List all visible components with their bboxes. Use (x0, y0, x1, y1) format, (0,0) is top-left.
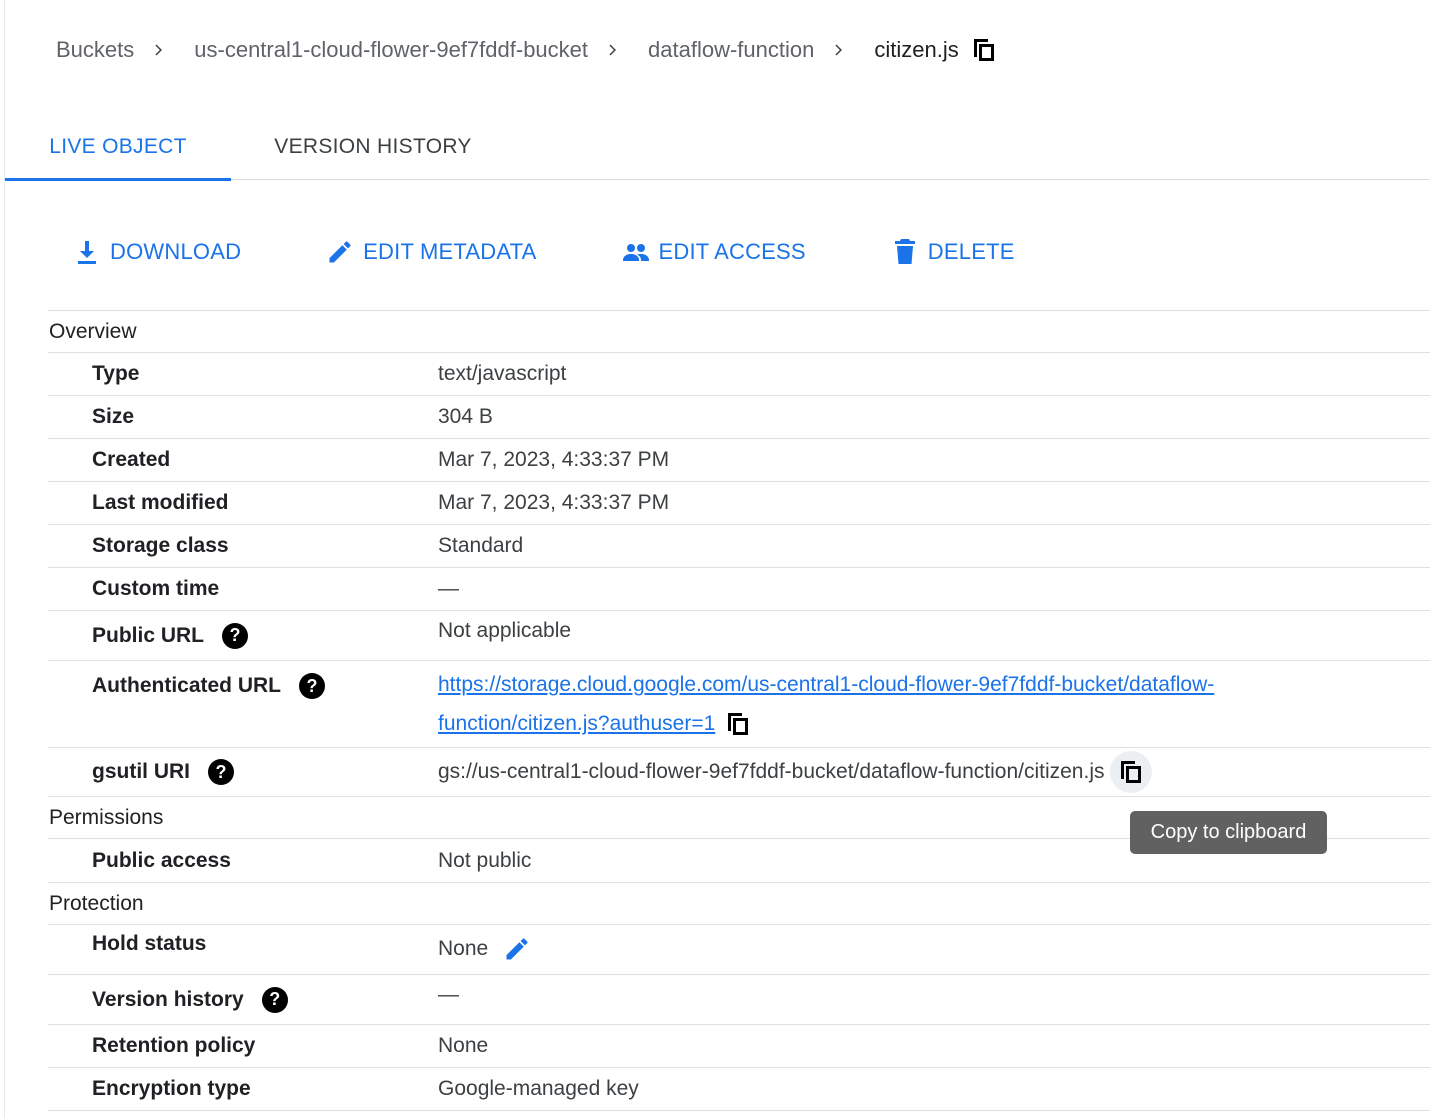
authenticated-url-line2: function/citizen.js?authuser=1 (438, 712, 716, 735)
table-row: Encryption type Google-managed key (48, 1067, 1430, 1110)
pencil-icon (325, 237, 355, 267)
pencil-icon[interactable] (502, 934, 532, 964)
download-icon (72, 237, 102, 267)
table-row: Storage class Standard (48, 524, 1430, 567)
breadcrumb-current: citizen.js (874, 37, 959, 62)
row-key: Authenticated URL (92, 674, 281, 697)
row-key: Storage class (92, 534, 229, 557)
table-row: gsutil URI? gs://us-central1-cloud-flowe… (48, 747, 1430, 796)
protection-heading: Protection (48, 882, 1430, 924)
hold-status-value: None (438, 937, 489, 960)
row-key: Public URL (92, 623, 205, 647)
table-row: Last modified Mar 7, 2023, 4:33:37 PM (48, 481, 1430, 524)
edit-access-button[interactable]: EDIT ACCESS (597, 237, 806, 267)
delete-button[interactable]: DELETE (866, 237, 1015, 267)
table-row: Hold status None (48, 924, 1430, 974)
row-key: Retention policy (92, 1034, 256, 1057)
breadcrumb-buckets[interactable]: Buckets (56, 37, 134, 63)
download-label: DOWNLOAD (110, 239, 242, 264)
row-value: text/javascript (438, 362, 567, 385)
delete-label: DELETE (927, 239, 1015, 264)
row-key: Hold status (92, 932, 207, 955)
copy-icon[interactable] (723, 709, 753, 739)
row-key: Size (92, 405, 135, 428)
object-details-table: Overview Type text/javascript Size 304 B… (48, 310, 1430, 1111)
table-row: Public URL? Not applicable (48, 610, 1430, 660)
copy-tooltip: Copy to clipboard (1130, 811, 1327, 854)
row-value: 304 B (438, 405, 493, 428)
row-value: — (438, 577, 459, 600)
row-value: Mar 7, 2023, 4:33:37 PM (438, 448, 670, 471)
table-row: Type text/javascript (48, 352, 1430, 395)
table-row: Authenticated URL? https://storage.cloud… (48, 660, 1430, 747)
row-key: Custom time (92, 577, 220, 600)
chevron-right-icon (604, 41, 622, 59)
action-bar: DOWNLOAD EDIT METADATA EDIT ACCESS DELET… (48, 226, 1075, 278)
help-icon[interactable]: ? (261, 986, 288, 1013)
row-value: None (438, 1034, 489, 1057)
row-key: Public access (92, 848, 231, 872)
breadcrumb: Buckets us-central1-cloud-flower-9ef7fdd… (56, 30, 997, 70)
row-value: Google-managed key (438, 1077, 639, 1100)
row-value: Standard (438, 534, 524, 557)
table-row: Retention policy None (48, 1024, 1430, 1067)
table-bottom-rule (48, 1110, 1430, 1111)
chevron-right-icon (150, 41, 168, 59)
tab-version-history[interactable]: VERSION HISTORY (248, 114, 498, 180)
row-value: Not applicable (438, 619, 572, 642)
row-value: — (438, 983, 459, 1006)
tab-bar: LIVE OBJECT VERSION HISTORY (5, 114, 1430, 181)
table-row: Version history? — (48, 974, 1430, 1024)
breadcrumb-folder[interactable]: dataflow-function (648, 37, 814, 63)
people-icon (621, 237, 651, 267)
authenticated-url-link[interactable]: https://storage.cloud.google.com/us-cent… (438, 673, 1214, 735)
breadcrumb-bucket[interactable]: us-central1-cloud-flower-9ef7fddf-bucket (194, 37, 588, 63)
chevron-right-icon (830, 41, 848, 59)
row-key: Encryption type (92, 1077, 251, 1100)
edit-metadata-label: EDIT METADATA (363, 239, 537, 264)
overview-heading: Overview (48, 310, 1430, 352)
table-row: Created Mar 7, 2023, 4:33:37 PM (48, 438, 1430, 481)
download-button[interactable]: DOWNLOAD (48, 237, 241, 267)
authenticated-url-line1: https://storage.cloud.google.com/us-cent… (438, 673, 1215, 696)
row-key: Version history (92, 987, 244, 1011)
table-row: Custom time — (48, 567, 1430, 610)
row-key: gsutil URI (92, 760, 190, 783)
row-key: Type (92, 362, 140, 385)
copy-icon[interactable] (971, 36, 997, 64)
help-icon[interactable]: ? (208, 759, 234, 785)
help-icon[interactable]: ? (222, 622, 249, 649)
trash-icon (890, 237, 920, 267)
gsutil-uri-value: gs://us-central1-cloud-flower-9ef7fddf-b… (438, 760, 1105, 783)
row-key: Last modified (92, 491, 229, 514)
edit-metadata-button[interactable]: EDIT METADATA (301, 237, 536, 267)
edit-access-label: EDIT ACCESS (658, 239, 806, 264)
help-icon[interactable]: ? (299, 673, 325, 699)
tab-live-object[interactable]: LIVE OBJECT (5, 114, 231, 181)
row-key: Created (92, 448, 171, 471)
copy-icon[interactable] (1110, 751, 1153, 793)
table-row: Size 304 B (48, 395, 1430, 438)
row-value: Mar 7, 2023, 4:33:37 PM (438, 491, 670, 514)
